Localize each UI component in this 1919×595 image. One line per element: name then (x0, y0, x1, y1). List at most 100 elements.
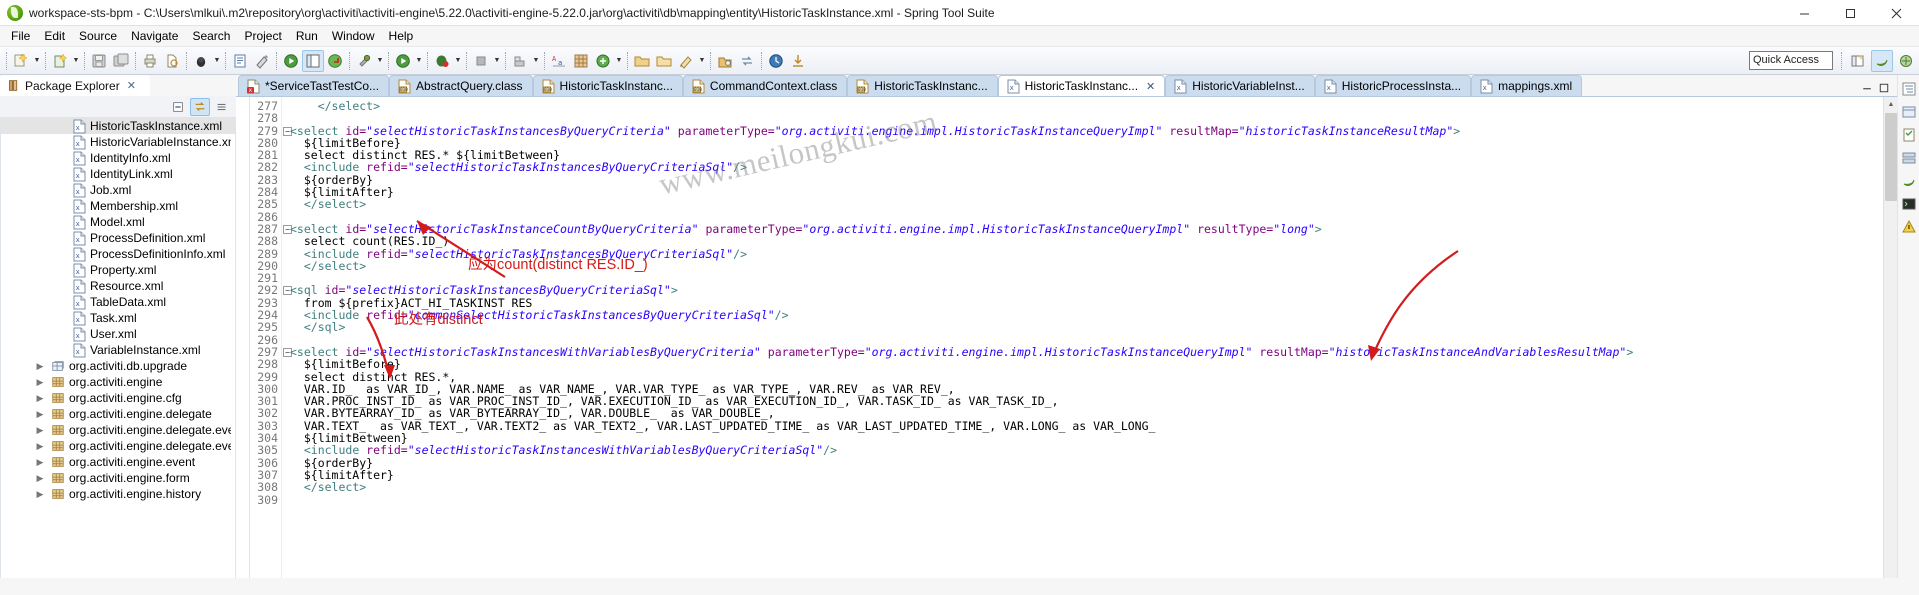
tree-item[interactable]: x Membership.xml (1, 198, 235, 214)
menu-project[interactable]: Project (237, 27, 288, 45)
download-button[interactable] (787, 50, 809, 72)
terminate-dropdown-icon[interactable]: ▼ (492, 50, 502, 72)
tree-item[interactable]: x ProcessDefinitionInfo.xml (1, 246, 235, 262)
open-folder-button[interactable] (631, 50, 653, 72)
editor-tab[interactable]: x HistoricProcessInsta... (1314, 75, 1472, 96)
tree-item[interactable]: ▶ org.activiti.engine.form (1, 470, 235, 486)
print-preview-button[interactable] (161, 50, 183, 72)
open-resource-button[interactable] (570, 50, 592, 72)
menu-search[interactable]: Search (185, 27, 237, 45)
expand-arrow-icon[interactable]: ▶ (33, 393, 47, 404)
tree-item[interactable]: x TableData.xml (1, 294, 235, 310)
tree-item[interactable]: ▶ org.activiti.engine.delegate.eve (1, 422, 235, 438)
tree-item[interactable]: ▶ org.activiti.engine.history (1, 486, 235, 502)
link-with-editor-button[interactable] (190, 97, 210, 116)
expand-arrow-icon[interactable]: ▶ (33, 409, 47, 420)
search-button[interactable]: Aa (548, 50, 570, 72)
code-text[interactable]: </select> <select id="selectHistoricTask… (282, 97, 1883, 578)
problems-view-icon[interactable] (1901, 219, 1917, 235)
tree-item[interactable]: x Property.xml (1, 262, 235, 278)
new-wizard-dropdown-icon[interactable]: ▼ (32, 50, 42, 72)
editor-tab[interactable]: x HistoricTaskInstanc... ✕ (997, 75, 1166, 96)
source-editor[interactable]: 2772782792802812822832842852862872882892… (236, 97, 1898, 578)
quick-access-field[interactable]: Quick Access (1749, 51, 1833, 70)
tree-item[interactable]: ▶ org.activiti.engine.event (1, 454, 235, 470)
servers-view-icon[interactable] (1901, 150, 1917, 166)
editor-tab[interactable]: 010 CommandContext.class (682, 75, 848, 96)
profile-button[interactable] (765, 50, 787, 72)
tree-item[interactable]: ▶ org.activiti.db.upgrade (1, 358, 235, 374)
debug-run-dropdown-icon[interactable]: ▼ (453, 50, 463, 72)
print-button[interactable] (139, 50, 161, 72)
spring-explorer-icon[interactable] (1901, 173, 1917, 189)
tree-item[interactable]: x HistoricVariableInstance.xml (1, 134, 235, 150)
package-explorer-tree[interactable]: x HistoricTaskInstance.xml x HistoricVariab… (0, 118, 236, 578)
tree-item[interactable]: x Job.xml (1, 182, 235, 198)
open-folder-2-button[interactable] (653, 50, 675, 72)
collapse-all-button[interactable] (168, 98, 188, 116)
perspective-spring-icon[interactable] (1871, 50, 1893, 72)
next-annotation-button[interactable] (592, 50, 614, 72)
menu-navigate[interactable]: Navigate (124, 27, 185, 45)
new-spring-dropdown-icon[interactable]: ▼ (71, 50, 81, 72)
tree-item[interactable]: x ProcessDefinition.xml (1, 230, 235, 246)
new-wizard-button[interactable] (10, 50, 32, 72)
menu-run[interactable]: Run (289, 27, 325, 45)
menu-edit[interactable]: Edit (37, 27, 72, 45)
build-button[interactable] (509, 50, 531, 72)
editor-tab[interactable]: x *ServiceTastTestCo... (238, 75, 390, 96)
close-icon[interactable]: ✕ (1146, 80, 1155, 93)
tree-item[interactable]: x Task.xml (1, 310, 235, 326)
vertical-scrollbar[interactable]: ▲ (1883, 97, 1898, 578)
tree-item[interactable]: x VariableInstance.xml (1, 342, 235, 358)
menu-window[interactable]: Window (325, 27, 382, 45)
tree-item[interactable]: x HistoricTaskInstance.xml (1, 118, 235, 134)
run-button[interactable] (392, 50, 414, 72)
debug-run-button[interactable] (431, 50, 453, 72)
maximize-button[interactable] (1827, 0, 1873, 26)
tree-item[interactable]: ▶ org.activiti.engine.cfg (1, 390, 235, 406)
terminate-button[interactable] (470, 50, 492, 72)
package-explorer-tab[interactable]: Package Explorer ✕ (0, 75, 150, 96)
annotation-ruler[interactable] (236, 97, 250, 578)
tree-item[interactable]: ▶ org.activiti.engine (1, 374, 235, 390)
expand-arrow-icon[interactable]: ▶ (33, 377, 47, 388)
perspective-java-icon[interactable] (1895, 50, 1917, 72)
expand-arrow-icon[interactable]: ▶ (33, 489, 47, 500)
maximize-editor-icon[interactable] (1878, 82, 1890, 94)
view-menu-button[interactable] (212, 98, 232, 116)
minimize-editor-icon[interactable] (1861, 82, 1873, 94)
outline-view-icon[interactable] (1901, 81, 1917, 97)
tree-item[interactable]: x IdentityLink.xml (1, 166, 235, 182)
properties-view-icon[interactable] (1901, 104, 1917, 120)
console-view-icon[interactable] (1901, 196, 1917, 212)
external-tools-dropdown-icon[interactable]: ▼ (375, 50, 385, 72)
annotate-dropdown-icon[interactable]: ▼ (697, 50, 707, 72)
save-all-button[interactable] (110, 50, 132, 72)
run-external-tools-button[interactable] (353, 50, 375, 72)
editor-tab[interactable]: 010 HistoricTaskInstanc... (847, 75, 998, 96)
minimize-button[interactable] (1781, 0, 1827, 26)
synchronize-button[interactable] (736, 50, 758, 72)
editor-tab[interactable]: x mappings.xml (1471, 75, 1583, 96)
run-dropdown-icon[interactable]: ▼ (414, 50, 424, 72)
tree-item[interactable]: x IdentityInfo.xml (1, 150, 235, 166)
scrollbar-thumb[interactable] (1885, 113, 1897, 201)
next-annotation-dropdown-icon[interactable]: ▼ (614, 50, 624, 72)
expand-arrow-icon[interactable]: ▶ (33, 425, 47, 436)
new-spring-element-button[interactable] (49, 50, 71, 72)
editor-tab[interactable]: x HistoricVariableInst... (1165, 75, 1315, 96)
debug-button[interactable] (190, 50, 212, 72)
close-icon[interactable]: ✕ (127, 79, 136, 92)
javadoc-button[interactable] (251, 50, 273, 72)
build-dropdown-icon[interactable]: ▼ (531, 50, 541, 72)
editor-tab[interactable]: 010 AbstractQuery.class (389, 75, 533, 96)
task-list-icon[interactable] (1901, 127, 1917, 143)
editor-tab[interactable]: 010 HistoricTaskInstanc... (532, 75, 683, 96)
save-button[interactable] (88, 50, 110, 72)
expand-arrow-icon[interactable]: ▶ (33, 457, 47, 468)
menu-source[interactable]: Source (72, 27, 124, 45)
open-perspective-icon[interactable] (1847, 50, 1869, 72)
menu-help[interactable]: Help (382, 27, 421, 45)
scroll-up-icon[interactable]: ▲ (1884, 97, 1898, 111)
